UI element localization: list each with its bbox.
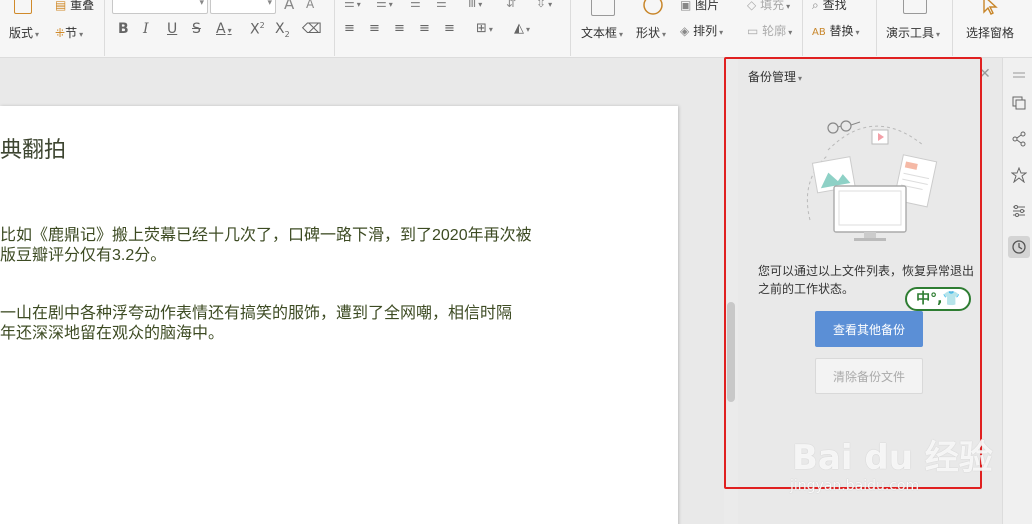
textbox-icon[interactable]	[591, 0, 615, 16]
doc-heading: 典翻拍	[0, 138, 67, 163]
magic-icon[interactable]	[1008, 164, 1030, 186]
doc-paragraph-line: 年还深深地留在观众的脑海中。	[0, 325, 225, 342]
shape-button[interactable]: 形状 ▾	[636, 24, 666, 41]
ribbon-separator	[334, 0, 335, 56]
close-icon[interactable]: ✕	[979, 66, 991, 82]
copy-layers-icon[interactable]	[1008, 92, 1030, 114]
ribbon-separator	[876, 0, 877, 56]
present-tools-icon[interactable]	[903, 0, 927, 14]
view-other-backups-button[interactable]: 查看其他备份	[815, 311, 923, 347]
share-icon[interactable]	[1008, 128, 1030, 150]
borders-icon[interactable]: ⊞ ▾	[476, 21, 493, 36]
italic-icon[interactable]: I	[143, 21, 149, 37]
find-icon: ⌕	[812, 0, 819, 12]
select-pane-button[interactable]: 选择窗格	[966, 24, 1014, 41]
underline-icon[interactable]: U	[167, 21, 177, 37]
layout-icon[interactable]	[14, 0, 32, 14]
font-color-icon[interactable]: A ▾	[216, 21, 232, 37]
adjust-icon[interactable]	[1008, 200, 1030, 222]
doc-paragraph-line: 版豆瓣评分仅有3.2分。	[0, 247, 167, 264]
section-icon: ⁜	[55, 26, 66, 40]
select-pane-icon[interactable]	[978, 0, 1004, 16]
present-tools-button[interactable]: 演示工具 ▾	[886, 24, 940, 41]
right-tool-strip	[1002, 58, 1032, 524]
fill-icon: ◇	[747, 0, 757, 12]
ime-status-badge[interactable]: 中°,👕	[905, 287, 971, 311]
text-direction-icon[interactable]: ⇵	[506, 0, 516, 10]
reorder-icon: ▤	[55, 0, 67, 12]
replace-icon: AB	[812, 27, 826, 38]
superscript-icon[interactable]: X2	[250, 21, 265, 38]
columns-icon[interactable]: Ⅲ ▾	[468, 0, 482, 10]
indent-icon[interactable]: ☰	[410, 0, 421, 10]
section-button[interactable]: ⁜节 ▾	[55, 24, 83, 41]
watermark-url: jingyan.baidu.com	[790, 478, 920, 494]
picture-button[interactable]: ▣ 图片	[680, 0, 719, 13]
align-left-icon[interactable]: ≡	[344, 21, 355, 36]
doc-paragraph-line: 一山在剧中各种浮夸动作表情还有搞笑的服饰，遭到了全网嘲，相信时隔	[0, 305, 513, 322]
replace-button[interactable]: AB 替换 ▾	[812, 22, 860, 39]
doc-paragraph-line: 比如《鹿鼎记》搬上荧幕已经十几次了，口碑一路下滑，到了2020年再次被	[0, 227, 532, 244]
find-button[interactable]: ⌕ 查找	[812, 0, 847, 13]
arrange-icon: ◈	[680, 24, 690, 38]
subscript-icon[interactable]: X2	[275, 21, 290, 39]
fill-button[interactable]: ◇ 填充 ▾	[747, 0, 790, 13]
baidu-watermark: Bai du 经验	[792, 438, 993, 478]
ribbon-separator	[104, 0, 105, 56]
outline-button[interactable]: ▭ 轮廓 ▾	[747, 22, 792, 39]
shading-icon[interactable]: ◭ ▾	[514, 21, 530, 36]
pane-title[interactable]: 备份管理 ▾	[748, 68, 802, 85]
grow-font-icon[interactable]: A	[284, 0, 294, 13]
shrink-font-icon[interactable]: A	[306, 0, 314, 11]
reorder-button[interactable]: ▤ 重叠	[55, 0, 94, 13]
align-center-icon[interactable]: ≡	[369, 21, 380, 36]
justify-icon[interactable]: ≡	[419, 21, 430, 36]
backup-history-icon[interactable]	[1008, 236, 1030, 258]
document-page[interactable]: 典翻拍 比如《鹿鼎记》搬上荧幕已经十几次了，口碑一路下滑，到了2020年再次被 …	[0, 106, 678, 524]
ribbon-separator	[952, 0, 953, 56]
textbox-button[interactable]: 文本框 ▾	[581, 24, 623, 41]
ribbon-toolbar: 版式▾ ▤ 重叠 ⁜节▾ A A B I U S A▾ X2 X2 ⌫ ☰▾ ☰…	[0, 0, 1032, 58]
ribbon-separator	[802, 0, 803, 56]
outline-icon: ▭	[747, 24, 759, 38]
collapse-strip-icon[interactable]	[1008, 64, 1030, 86]
picture-icon: ▣	[680, 0, 692, 12]
bullets-icon[interactable]: ☰ ▾	[344, 0, 361, 10]
align-right-icon[interactable]: ≡	[394, 21, 405, 36]
ribbon-separator	[570, 0, 571, 56]
layout-button[interactable]: 版式 ▾	[9, 24, 39, 41]
arrange-button[interactable]: ◈ 排列 ▾	[680, 22, 723, 39]
font-name-combo[interactable]	[112, 0, 208, 14]
strikethrough-icon[interactable]: S	[192, 21, 201, 37]
outdent-icon[interactable]: ☰	[436, 0, 447, 10]
line-spacing-icon[interactable]: ⇳ ▾	[536, 0, 552, 10]
backup-illustration	[806, 120, 938, 241]
clear-format-icon[interactable]: ⌫	[302, 21, 322, 37]
shape-icon[interactable]	[638, 0, 668, 16]
scrollbar-thumb[interactable]	[727, 302, 735, 402]
clear-backup-files-button[interactable]: 清除备份文件	[815, 358, 923, 394]
font-size-combo[interactable]	[210, 0, 276, 14]
numbering-icon[interactable]: ☰ ▾	[376, 0, 393, 10]
document-scrollbar[interactable]	[724, 58, 738, 524]
bold-icon[interactable]: B	[118, 21, 129, 37]
distribute-icon[interactable]: ≡	[444, 21, 455, 36]
